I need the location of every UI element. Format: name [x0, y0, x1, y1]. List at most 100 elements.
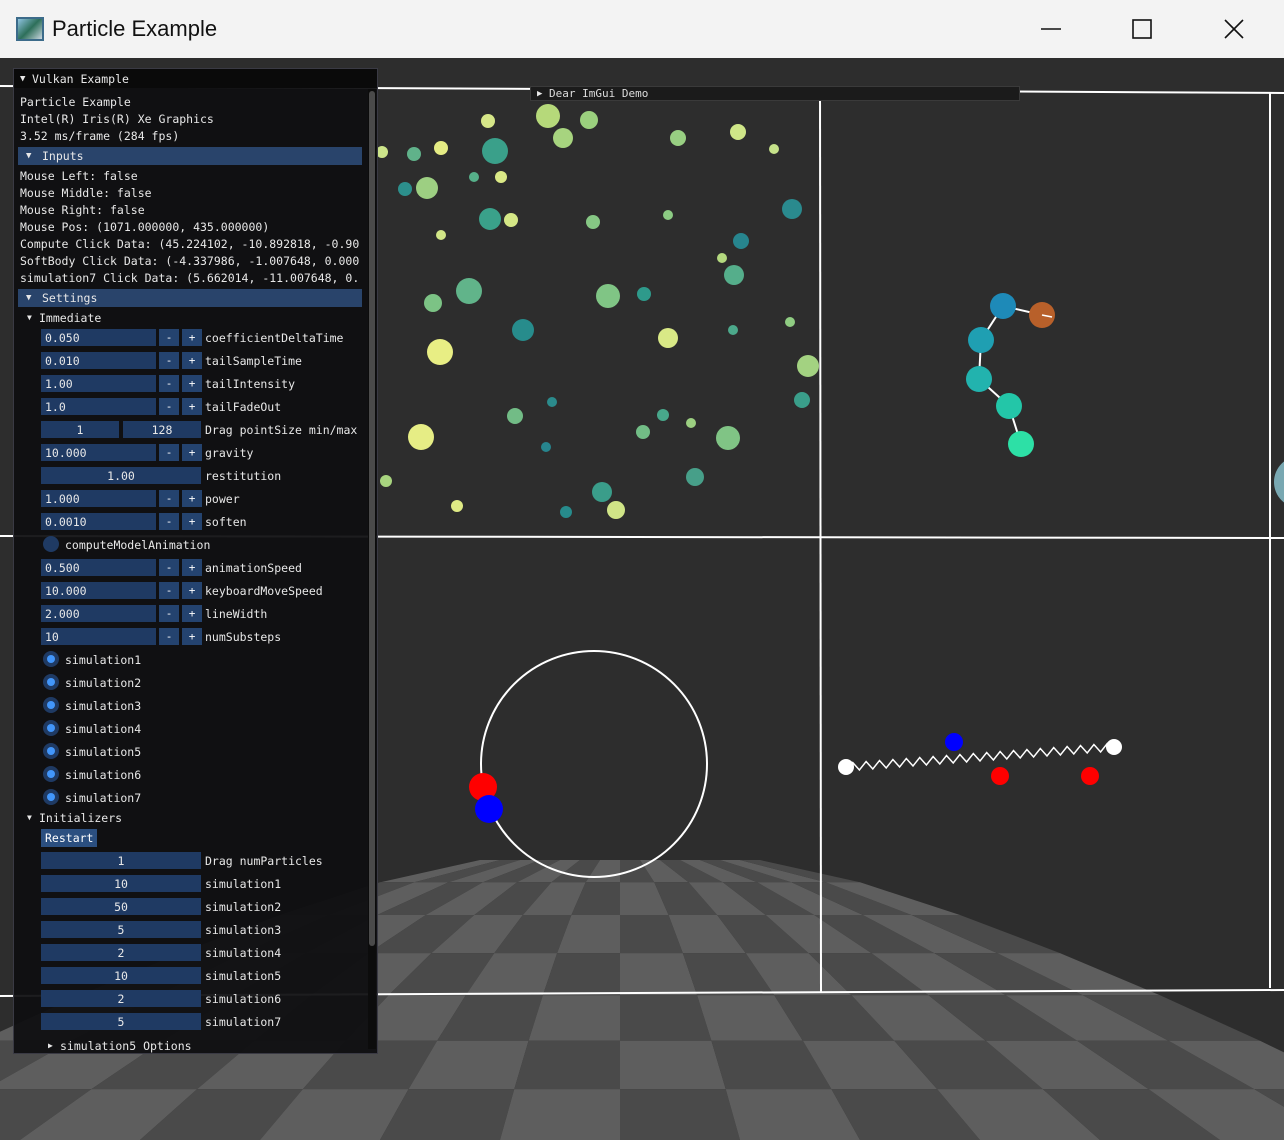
initializers-node[interactable]: ▼ Initializers: [27, 809, 122, 826]
scrollbar-thumb[interactable]: [369, 91, 375, 946]
sim-count-drag[interactable]: 50: [41, 898, 201, 915]
decrement-button[interactable]: -: [159, 582, 179, 599]
increment-button[interactable]: +: [182, 444, 202, 461]
stepper-input[interactable]: 0.010: [41, 352, 156, 369]
sim-count-label: simulation1: [205, 876, 282, 891]
panel-titlebar[interactable]: ▼ Vulkan Example: [14, 69, 377, 88]
point-size-max-drag[interactable]: 128: [123, 421, 201, 438]
stepper-input[interactable]: 1.00: [41, 375, 156, 392]
simulation-radio[interactable]: [43, 720, 59, 736]
chain-node: [1008, 431, 1034, 457]
decrement-button[interactable]: -: [159, 398, 179, 415]
decrement-button[interactable]: -: [159, 513, 179, 530]
stepper-input[interactable]: 0.050: [41, 329, 156, 346]
decrement-button[interactable]: -: [159, 444, 179, 461]
increment-button[interactable]: +: [182, 329, 202, 346]
increment-button[interactable]: +: [182, 398, 202, 415]
particle: [536, 104, 560, 128]
stepper-input[interactable]: 10.000: [41, 582, 156, 599]
increment-button[interactable]: +: [182, 582, 202, 599]
decrement-button[interactable]: -: [159, 375, 179, 392]
restitution-drag[interactable]: 1.00: [41, 467, 201, 484]
floor-tile: [528, 995, 620, 1041]
floor-tile: [514, 1040, 620, 1090]
restitution-label: restitution: [205, 468, 282, 483]
input-status-line: simulation7 Click Data: (5.662014, -11.0…: [20, 270, 360, 285]
gravity-input[interactable]: 10.000: [41, 444, 156, 461]
num-particles-drag[interactable]: 1: [41, 852, 201, 869]
input-status-line: Mouse Left: false: [20, 168, 138, 183]
simulation-radio[interactable]: [43, 789, 59, 805]
decrement-button[interactable]: -: [159, 628, 179, 645]
maximize-icon: [1132, 19, 1152, 39]
blue-particle: [475, 795, 503, 823]
particle: [434, 141, 448, 155]
stepper-input[interactable]: 10: [41, 628, 156, 645]
simulation5-options-node[interactable]: ▶ simulation5 Options: [48, 1037, 192, 1053]
settings-header[interactable]: ▼ Settings: [18, 289, 362, 307]
imgui-demo-window-collapsed[interactable]: ▶ Dear ImGui Demo: [530, 86, 1020, 101]
increment-button[interactable]: +: [182, 490, 202, 507]
simulation-radio[interactable]: [43, 743, 59, 759]
simulation-radio[interactable]: [43, 651, 59, 667]
particle: [481, 114, 495, 128]
simulation-radio[interactable]: [43, 766, 59, 782]
panel-title: Vulkan Example: [32, 71, 129, 86]
sim-count-drag[interactable]: 10: [41, 875, 201, 892]
close-button[interactable]: [1188, 0, 1280, 58]
spring-simulation: [838, 733, 1122, 785]
decrement-button[interactable]: -: [159, 352, 179, 369]
collapse-arrow-icon: ▼: [27, 813, 32, 822]
panel-scrollbar[interactable]: [368, 89, 376, 1049]
particle: [427, 339, 453, 365]
decrement-button[interactable]: -: [159, 559, 179, 576]
stepper-input[interactable]: 1.000: [41, 490, 156, 507]
point-size-min-drag[interactable]: 1: [41, 421, 119, 438]
particle: [657, 409, 669, 421]
sim-count-drag[interactable]: 10: [41, 967, 201, 984]
tree-node-label: simulation5 Options: [60, 1038, 192, 1053]
vulkan-example-panel[interactable]: ▼ Vulkan Example Particle Example Intel(R…: [13, 68, 378, 1054]
increment-button[interactable]: +: [182, 605, 202, 622]
gpu-name-text: Intel(R) Iris(R) Xe Graphics: [20, 111, 214, 126]
chain-node: [990, 293, 1016, 319]
immediate-node[interactable]: ▼ Immediate: [27, 309, 101, 326]
sim-count-drag[interactable]: 2: [41, 944, 201, 961]
simulation-radio[interactable]: [43, 697, 59, 713]
particle: [398, 182, 412, 196]
sim-count-drag[interactable]: 5: [41, 1013, 201, 1030]
decrement-button[interactable]: -: [159, 605, 179, 622]
collapse-arrow-icon: ▼: [20, 73, 26, 84]
stepper-input[interactable]: 0.0010: [41, 513, 156, 530]
stepper-label: tailSampleTime: [205, 353, 302, 368]
increment-button[interactable]: +: [182, 352, 202, 369]
simulation-label: simulation4: [65, 721, 142, 736]
maximize-button[interactable]: [1096, 0, 1188, 58]
stepper-input[interactable]: 1.0: [41, 398, 156, 415]
simulation-radio[interactable]: [43, 674, 59, 690]
inputs-header[interactable]: ▼ Inputs: [18, 147, 362, 165]
particle: [541, 442, 551, 452]
increment-button[interactable]: +: [182, 513, 202, 530]
simulation-label: simulation6: [65, 767, 142, 782]
demo-window-title: Dear ImGui Demo: [549, 87, 649, 100]
increment-button[interactable]: +: [182, 628, 202, 645]
minimize-button[interactable]: [1005, 0, 1097, 58]
particle: [424, 294, 442, 312]
sim-count-drag[interactable]: 2: [41, 990, 201, 1007]
stepper-input[interactable]: 2.000: [41, 605, 156, 622]
sim-count-drag[interactable]: 5: [41, 921, 201, 938]
increment-button[interactable]: +: [182, 375, 202, 392]
increment-button[interactable]: +: [182, 559, 202, 576]
particle: [658, 328, 678, 348]
particle: [451, 500, 463, 512]
particle: [580, 111, 598, 129]
decrement-button[interactable]: -: [159, 329, 179, 346]
particle: [730, 124, 746, 140]
restart-button[interactable]: Restart: [41, 829, 98, 847]
stepper-label: soften: [205, 514, 247, 529]
stepper-input[interactable]: 0.500: [41, 559, 156, 576]
minimize-icon: [1041, 28, 1061, 30]
compute-model-animation-radio[interactable]: [43, 536, 59, 552]
decrement-button[interactable]: -: [159, 490, 179, 507]
